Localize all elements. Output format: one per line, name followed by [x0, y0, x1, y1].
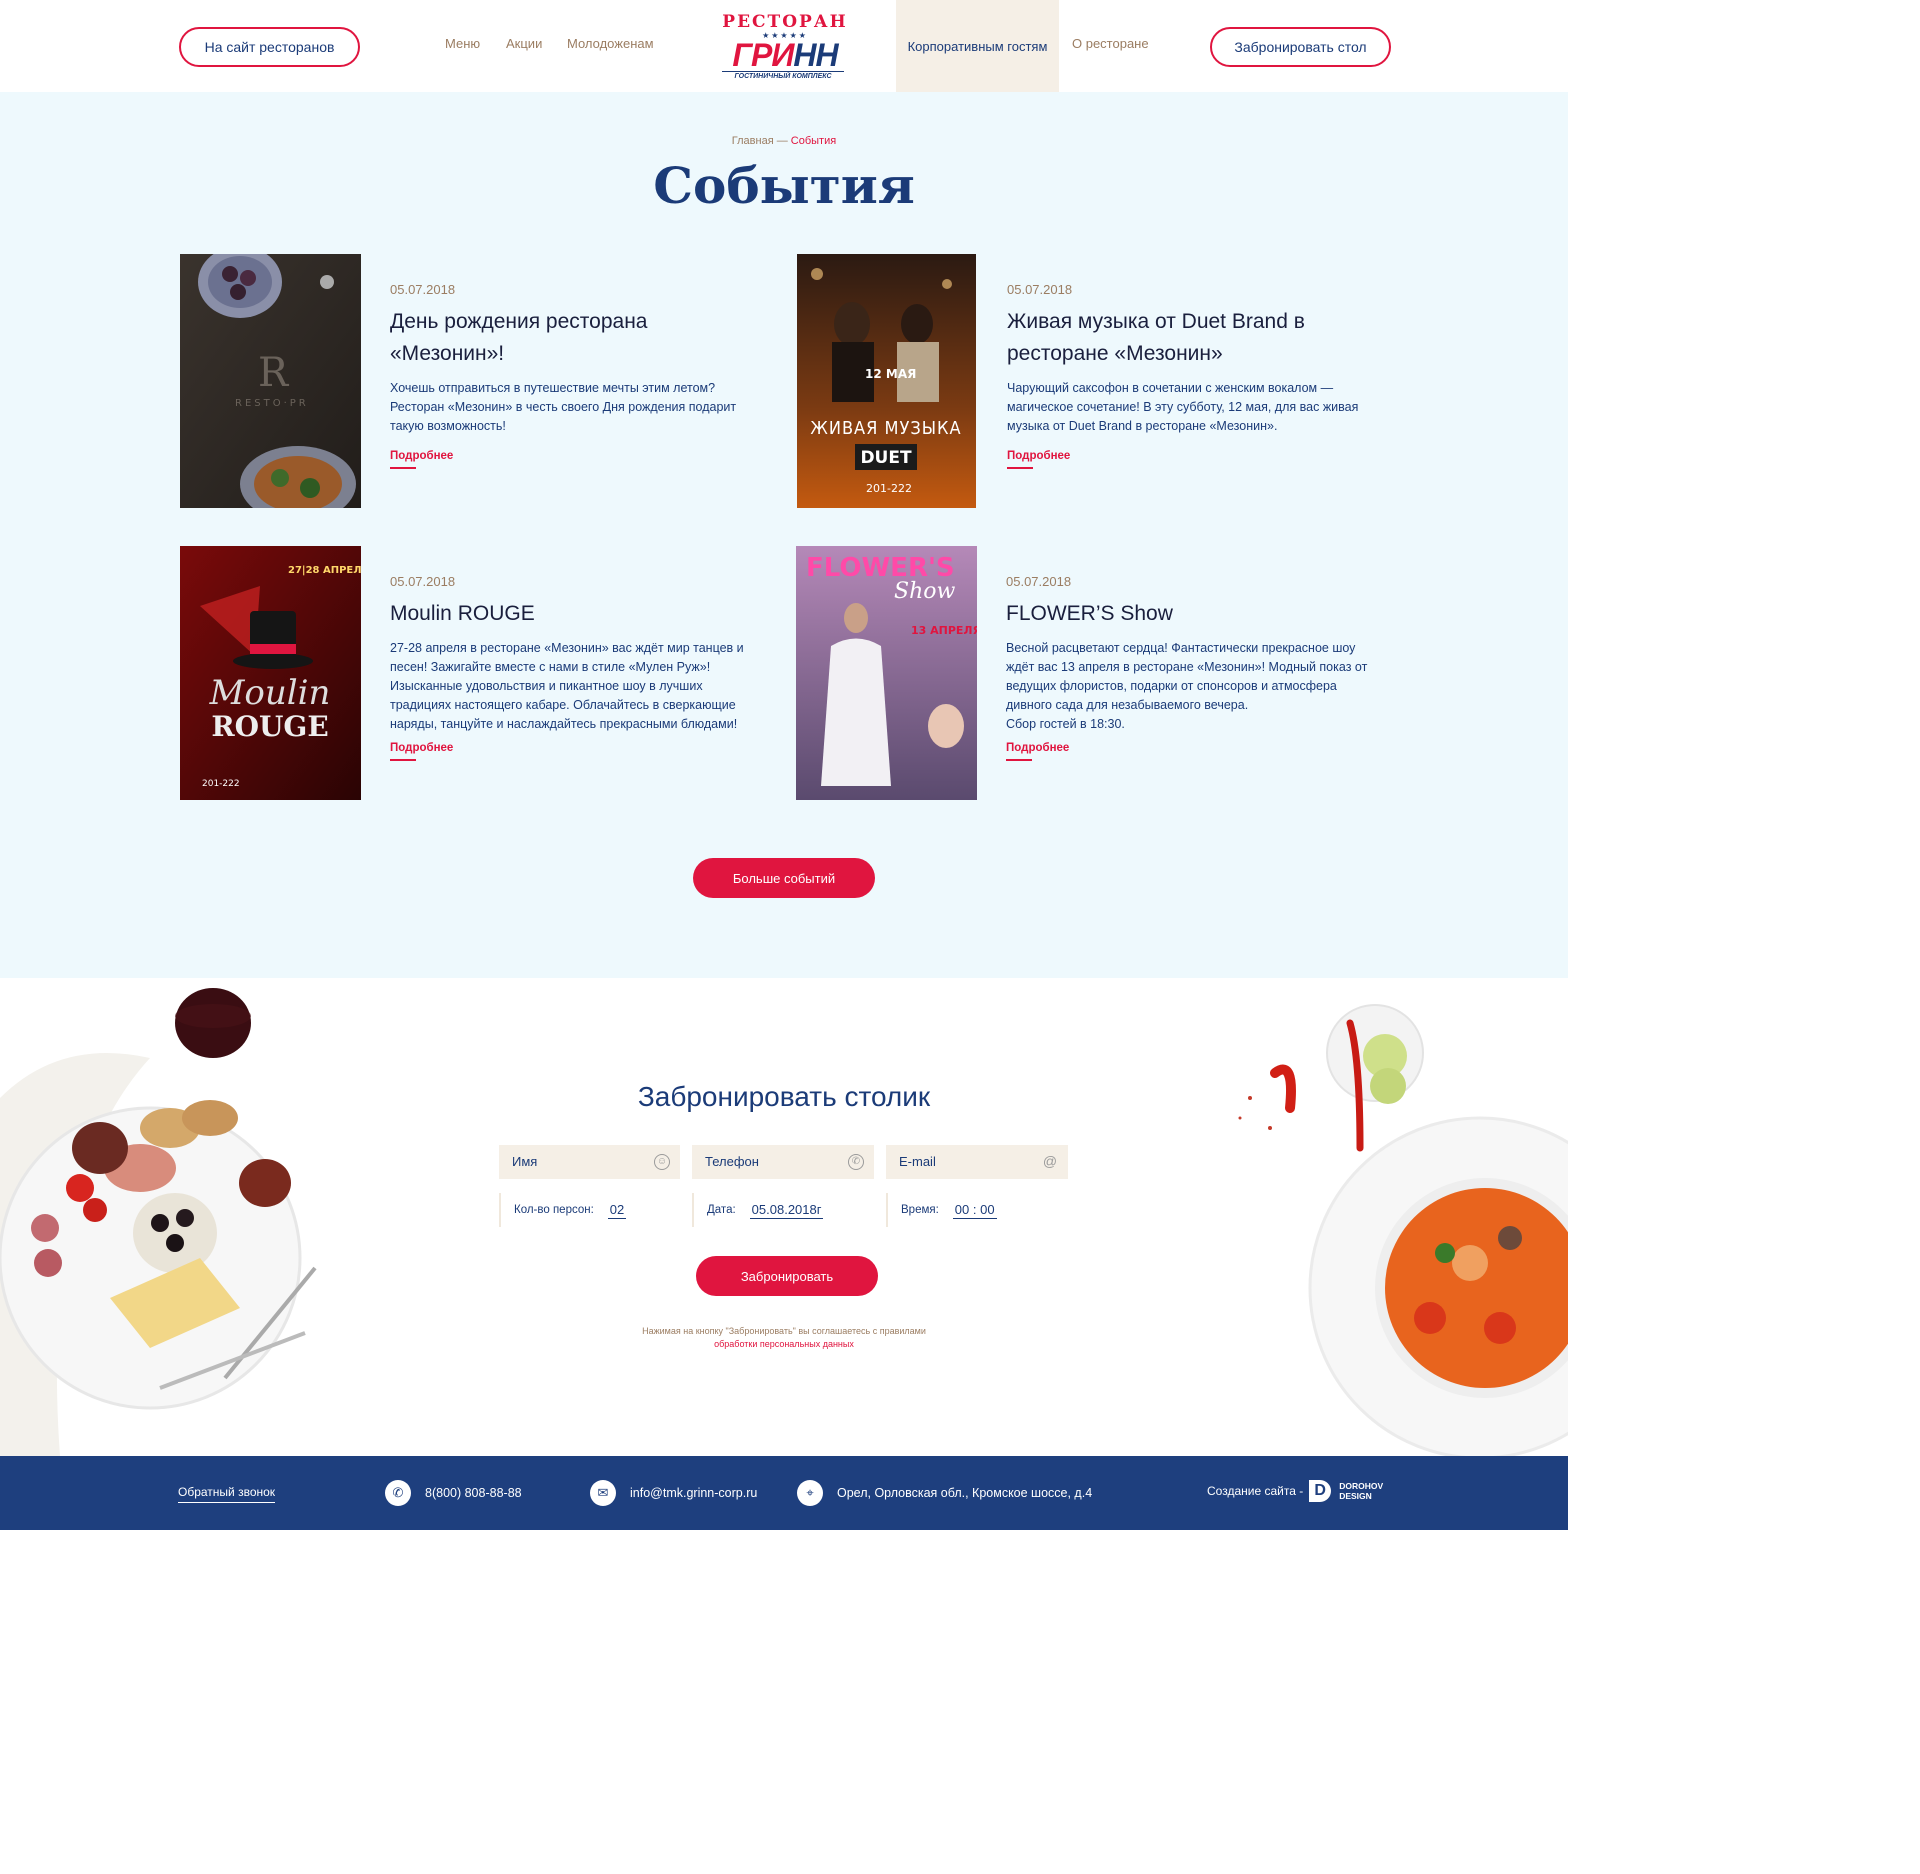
event-date: 05.07.2018: [1007, 282, 1073, 297]
events-section: Главная — События События R RESTO·PR 05.…: [0, 92, 1568, 978]
page-title: События: [653, 156, 915, 215]
event-card: FLOWER'S Show 13 АПРЕЛЯ 05.07.2018 FLOWE…: [796, 546, 1386, 800]
svg-text:RESTO·PR: RESTO·PR: [235, 398, 309, 409]
event-more-link[interactable]: Подробнее: [1007, 450, 1070, 469]
logo-main: ГРИНН: [732, 37, 838, 73]
svg-text:ROUGE: ROUGE: [211, 710, 328, 743]
logo-bottom: ГОСТИНИЧНЫЙ КОМПЛЕКС: [722, 71, 844, 80]
event-more-link[interactable]: Подробнее: [1006, 742, 1069, 761]
event-image[interactable]: 12 МАЯ ЖИВАЯ МУЗЫКА DUET 201-222: [797, 254, 976, 508]
svg-text:DUET: DUET: [860, 448, 912, 468]
svg-text:Show: Show: [894, 579, 955, 604]
svg-text:201-222: 201-222: [202, 779, 240, 789]
time-input[interactable]: 00 : 00: [952, 1202, 997, 1219]
event-description: Весной расцветают сердца! Фантастически …: [1006, 641, 1368, 731]
event-card: 12 МАЯ ЖИВАЯ МУЗЫКА DUET 201-222 05.07.2…: [797, 254, 1387, 508]
nav-corporate[interactable]: Корпоративным гостям: [896, 0, 1059, 92]
event-date: 05.07.2018: [390, 574, 456, 589]
event-title[interactable]: Живая музыка от Duet Brand в ресторане «…: [1007, 306, 1327, 370]
breadcrumb: Главная — События: [731, 135, 837, 147]
event-date: 05.07.2018: [1006, 574, 1072, 589]
user-icon: ☺: [654, 1154, 670, 1170]
privacy-link[interactable]: обработки персональных данных: [0, 1338, 1568, 1351]
time-field: Время: 00 : 00: [886, 1193, 1068, 1227]
email-field[interactable]: E-mail @: [886, 1145, 1068, 1179]
svg-text:12 МАЯ: 12 МАЯ: [865, 367, 916, 381]
restaurants-site-button[interactable]: На сайт ресторанов: [179, 27, 360, 67]
date-field: Дата: 05.08.2018г: [692, 1193, 874, 1227]
location-icon: ⌖: [797, 1480, 823, 1506]
booking-title: Забронировать столик: [637, 1081, 931, 1112]
svg-text:ЖИВАЯ МУЗЫКА: ЖИВАЯ МУЗЫКА: [810, 418, 961, 439]
phone-icon: ✆: [848, 1154, 864, 1170]
consent-text: Нажимая на кнопку "Забронировать" вы сог…: [0, 1325, 1568, 1351]
callback-link[interactable]: Обратный звонок: [178, 1485, 276, 1503]
nav-about[interactable]: О ресторане: [1072, 36, 1149, 51]
event-description: Чарующий саксофон в сочетании с женским …: [1007, 381, 1359, 433]
more-events-button[interactable]: Больше событий: [693, 858, 875, 898]
footer-address: ⌖ Орел, Орловская обл., Кромское шоссе, …: [797, 1480, 1092, 1506]
event-more-link[interactable]: Подробнее: [390, 450, 453, 469]
phone-icon: ✆: [385, 1480, 411, 1506]
breadcrumb-current: События: [790, 135, 837, 147]
nav-promotions[interactable]: Акции: [506, 36, 542, 51]
book-table-button[interactable]: Забронировать стол: [1210, 27, 1391, 67]
submit-booking-button[interactable]: Забронировать: [696, 1256, 878, 1296]
event-title[interactable]: День рождения ресторана «Мезонин»!: [390, 306, 690, 370]
event-date: 05.07.2018: [390, 282, 456, 297]
event-image[interactable]: FLOWER'S Show 13 АПРЕЛЯ: [796, 546, 977, 800]
event-title[interactable]: FLOWER’S Show: [1006, 598, 1386, 630]
event-title[interactable]: Moulin ROUGE: [390, 598, 770, 630]
persons-field: Кол-во персон: 02: [499, 1193, 680, 1227]
mail-icon: ✉: [590, 1480, 616, 1506]
food-image-left: [0, 988, 317, 1456]
event-card: R RESTO·PR 05.07.2018 День рождения рест…: [180, 254, 770, 508]
dorohov-logo-icon: D: [1309, 1480, 1332, 1502]
logo[interactable]: РЕСТОРАН ★★★★★ ГРИНН ГОСТИНИЧНЫЙ КОМПЛЕК…: [718, 12, 852, 88]
svg-text:13 АПРЕЛЯ: 13 АПРЕЛЯ: [911, 624, 977, 637]
booking-section: Забронировать столик Имя ☺ Телефон ✆ E-m…: [0, 978, 1568, 1456]
breadcrumb-home[interactable]: Главная: [732, 135, 774, 147]
svg-text:Moulin: Moulin: [209, 673, 331, 713]
event-description: 27-28 апреля в ресторане «Мезонин» вас ж…: [390, 641, 744, 731]
svg-text:27|28 АПРЕЛЯ: 27|28 АПРЕЛЯ: [288, 565, 361, 576]
event-more-link[interactable]: Подробнее: [390, 742, 453, 761]
logo-top: РЕСТОРАН: [722, 12, 848, 32]
event-image[interactable]: 27|28 АПРЕЛЯ Moulin ROUGE 201-222: [180, 546, 361, 800]
persons-input[interactable]: 02: [607, 1202, 627, 1219]
phone-field[interactable]: Телефон ✆: [692, 1145, 874, 1179]
developer-credit[interactable]: Создание сайта - D DOROHOV DESIGN: [1207, 1480, 1383, 1502]
food-image-right: [1238, 1004, 1568, 1456]
nav-newlyweds[interactable]: Молодоженам: [567, 36, 654, 51]
footer-phone[interactable]: ✆ 8(800) 808-88-88: [385, 1480, 522, 1506]
event-card: 27|28 АПРЕЛЯ Moulin ROUGE 201-222 05.07.…: [180, 546, 770, 800]
site-footer: Обратный звонок ✆ 8(800) 808-88-88 ✉ inf…: [0, 1456, 1568, 1530]
at-icon: @: [1042, 1153, 1058, 1169]
event-image[interactable]: R RESTO·PR: [180, 254, 361, 508]
site-header: На сайт ресторанов Меню Акции Молодожена…: [0, 0, 1568, 92]
footer-email[interactable]: ✉ info@tmk.grinn-corp.ru: [590, 1480, 757, 1506]
name-field[interactable]: Имя ☺: [499, 1145, 680, 1179]
nav-menu[interactable]: Меню: [445, 36, 480, 51]
date-input[interactable]: 05.08.2018г: [749, 1202, 824, 1219]
svg-text:201-222: 201-222: [866, 482, 912, 495]
event-description: Хочешь отправиться в путешествие мечты э…: [390, 381, 737, 433]
svg-text:R: R: [258, 350, 290, 396]
